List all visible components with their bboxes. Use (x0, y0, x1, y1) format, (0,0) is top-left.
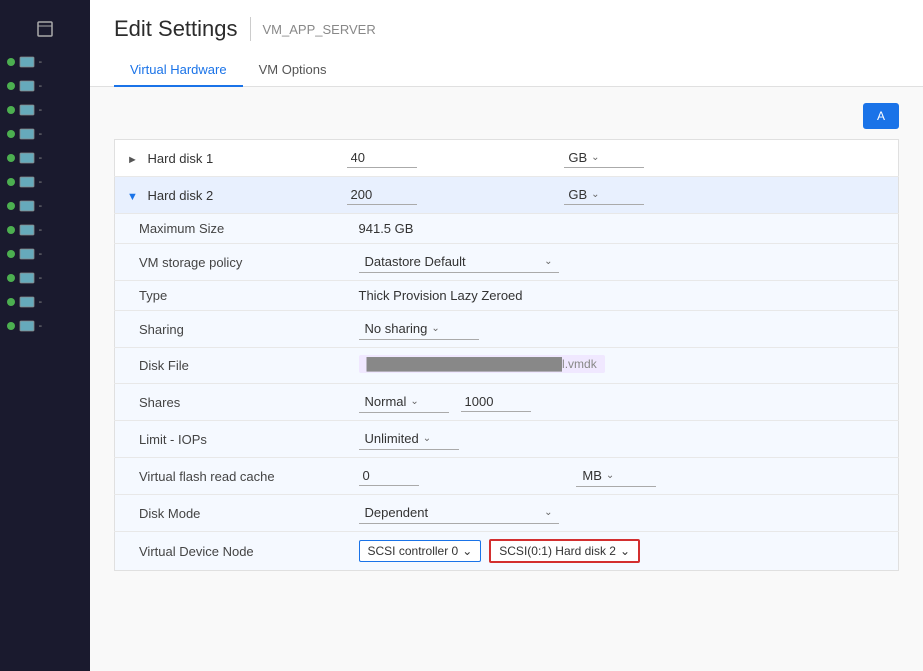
iops-row: Limit - IOPs Unlimited ⌄ (115, 421, 899, 458)
sidebar-item-2[interactable]: - (3, 75, 88, 97)
sidebar-item-7[interactable]: - (3, 195, 88, 217)
tab-bar: Virtual Hardware VM Options (114, 54, 899, 86)
subtitle: VM_APP_SERVER (263, 22, 376, 37)
sharing-arrow: ⌄ (431, 323, 439, 334)
shares-value-input[interactable] (461, 392, 531, 412)
sharing-value: No sharing (365, 321, 428, 336)
vdn-disk-value: SCSI(0:1) Hard disk 2 (499, 544, 616, 558)
vdn-disk-select[interactable]: SCSI(0:1) Hard disk 2 ⌄ (489, 539, 640, 563)
settings-table: ► Hard disk 1 GB ⌄ ▼ Hard di (114, 139, 899, 571)
sidebar-item-9[interactable]: - (3, 243, 88, 265)
sharing-label: Sharing (115, 311, 335, 348)
iops-arrow: ⌄ (423, 433, 431, 444)
max-size-value: 941.5 GB (335, 214, 899, 244)
page-title: Edit Settings (114, 16, 238, 42)
expand-disk1-icon[interactable]: ► (127, 154, 138, 166)
sidebar-item-3[interactable]: - (3, 99, 88, 121)
storage-policy-arrow: ⌄ (544, 256, 552, 267)
tab-vm-options[interactable]: VM Options (243, 54, 343, 87)
virtual-device-node-label: Virtual Device Node (115, 532, 335, 571)
iops-value: Unlimited (365, 431, 419, 446)
hard-disk-1-row: ► Hard disk 1 GB ⌄ (115, 140, 899, 177)
type-row: Type Thick Provision Lazy Zeroed (115, 281, 899, 311)
storage-policy-label: VM storage policy (115, 244, 335, 281)
vdn-disk-arrow: ⌄ (620, 544, 630, 558)
storage-policy-select[interactable]: Datastore Default ⌄ (359, 251, 559, 273)
iops-select[interactable]: Unlimited ⌄ (359, 428, 459, 450)
storage-policy-row: VM storage policy Datastore Default ⌄ (115, 244, 899, 281)
sidebar-top-icon[interactable] (27, 11, 63, 47)
hard-disk-1-unit-select[interactable]: GB ⌄ (564, 148, 644, 168)
action-bar: A (114, 103, 899, 129)
disk-file-label: Disk File (115, 348, 335, 384)
disk-file-value: ███████████████████████l.vmdk (359, 355, 605, 373)
hard-disk-2-unit-arrow: ⌄ (591, 189, 599, 200)
disk-file-row: Disk File ███████████████████████l.vmdk (115, 348, 899, 384)
flash-cache-unit-select[interactable]: MB ⌄ (576, 465, 656, 487)
hard-disk-1-label: Hard disk 1 (148, 151, 214, 166)
shares-select[interactable]: Normal ⌄ (359, 391, 449, 413)
content-area: A ► Hard disk 1 GB ⌄ (90, 87, 923, 671)
virtual-device-node-row: Virtual Device Node SCSI controller 0 ⌄ … (115, 532, 899, 571)
sidebar-item-12[interactable]: - (3, 315, 88, 337)
flash-cache-unit-value: MB (582, 468, 602, 483)
tab-virtual-hardware[interactable]: Virtual Hardware (114, 54, 243, 87)
add-button[interactable]: A (863, 103, 899, 129)
max-size-row: Maximum Size 941.5 GB (115, 214, 899, 244)
hard-disk-2-unit-select[interactable]: GB ⌄ (564, 185, 644, 205)
hard-disk-2-row: ▼ Hard disk 2 GB ⌄ (115, 177, 899, 214)
shares-row: Shares Normal ⌄ (115, 384, 899, 421)
hard-disk-1-size-input[interactable] (347, 148, 417, 168)
max-size-label: Maximum Size (115, 214, 335, 244)
title-divider (250, 17, 251, 41)
sidebar-item-5[interactable]: - (3, 147, 88, 169)
hard-disk-1-unit-arrow: ⌄ (591, 152, 599, 163)
shares-select-arrow: ⌄ (410, 396, 418, 407)
flash-cache-unit-arrow: ⌄ (606, 470, 614, 481)
shares-controls: Normal ⌄ (359, 391, 887, 413)
sharing-select[interactable]: No sharing ⌄ (359, 318, 479, 340)
type-label: Type (115, 281, 335, 311)
flash-cache-row: Virtual flash read cache MB ⌄ (115, 458, 899, 495)
vdn-controller-value: SCSI controller 0 (368, 544, 459, 558)
sidebar-item-4[interactable]: - (3, 123, 88, 145)
iops-label: Limit - IOPs (115, 421, 335, 458)
vdn-controller-select[interactable]: SCSI controller 0 ⌄ (359, 540, 482, 562)
disk-mode-value: Dependent (365, 505, 429, 520)
sidebar-item-11[interactable]: - (3, 291, 88, 313)
storage-policy-value: Datastore Default (365, 254, 466, 269)
sidebar-item-8[interactable]: - (3, 219, 88, 241)
sidebar: - - - - - - - - - - (0, 0, 90, 671)
hard-disk-2-label: Hard disk 2 (148, 188, 214, 203)
hard-disk-2-size-input[interactable] (347, 185, 417, 205)
vdn-controller-arrow: ⌄ (462, 544, 472, 558)
sharing-row: Sharing No sharing ⌄ (115, 311, 899, 348)
flash-cache-input[interactable] (359, 466, 419, 486)
sidebar-item-1[interactable]: - (3, 51, 88, 73)
disk-mode-label: Disk Mode (115, 495, 335, 532)
flash-cache-label: Virtual flash read cache (115, 458, 335, 495)
disk-mode-row: Disk Mode Dependent ⌄ (115, 495, 899, 532)
shares-select-value: Normal (365, 394, 407, 409)
disk-mode-arrow: ⌄ (484, 507, 552, 518)
shares-label: Shares (115, 384, 335, 421)
type-value: Thick Provision Lazy Zeroed (335, 281, 899, 311)
main-content: Edit Settings VM_APP_SERVER Virtual Hard… (90, 0, 923, 671)
vdn-controls: SCSI controller 0 ⌄ SCSI(0:1) Hard disk … (359, 539, 887, 563)
sidebar-item-10[interactable]: - (3, 267, 88, 289)
top-bar: Edit Settings VM_APP_SERVER Virtual Hard… (90, 0, 923, 87)
sidebar-item-6[interactable]: - (3, 171, 88, 193)
disk-mode-select[interactable]: Dependent ⌄ (359, 502, 559, 524)
expand-disk2-icon[interactable]: ▼ (127, 191, 138, 203)
